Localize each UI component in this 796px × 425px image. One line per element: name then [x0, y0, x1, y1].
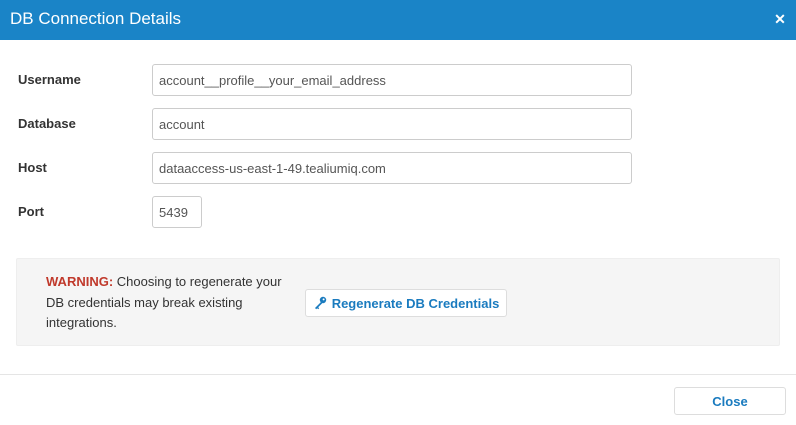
database-row: Database: [0, 108, 796, 140]
close-button[interactable]: Close: [674, 387, 786, 415]
database-field[interactable]: [152, 108, 632, 140]
host-row: Host: [0, 152, 796, 184]
regenerate-button-label: Regenerate DB Credentials: [331, 295, 500, 311]
port-field[interactable]: [152, 196, 202, 228]
warning-text: WARNING: Choosing to regenerate your DB …: [46, 272, 286, 334]
username-field[interactable]: [152, 64, 632, 96]
warning-panel: WARNING: Choosing to regenerate your DB …: [16, 258, 780, 346]
close-icon[interactable]: ✕: [774, 10, 786, 30]
username-label: Username: [18, 72, 81, 87]
db-connection-dialog: DB Connection Details ✕ Username Databas…: [0, 0, 796, 425]
username-row: Username: [0, 64, 796, 96]
port-label: Port: [18, 204, 44, 219]
key-icon: [313, 296, 327, 310]
regenerate-credentials-button[interactable]: Regenerate DB Credentials: [305, 289, 507, 317]
host-label: Host: [18, 160, 47, 175]
host-field[interactable]: [152, 152, 632, 184]
port-row: Port: [0, 196, 796, 228]
footer-divider: [0, 374, 796, 375]
warning-prefix: WARNING:: [46, 274, 114, 289]
dialog-header: DB Connection Details ✕: [0, 0, 796, 40]
database-label: Database: [18, 116, 76, 131]
dialog-title: DB Connection Details: [10, 9, 182, 28]
